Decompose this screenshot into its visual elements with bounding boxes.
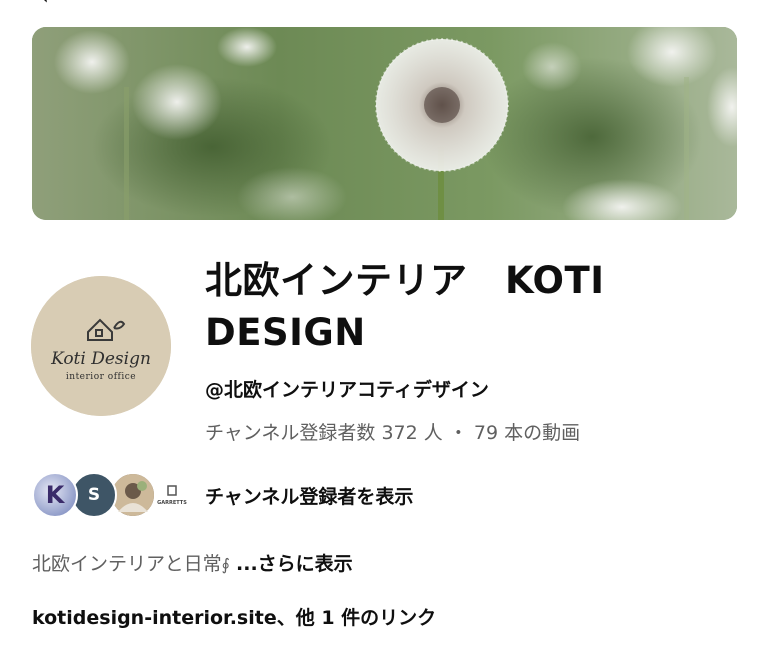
subscriber-avatar: K (32, 472, 78, 518)
back-arrow-icon[interactable]: ‹ (40, 0, 49, 8)
garretts-logo: GARRETTS (151, 474, 193, 516)
show-subscribers-link[interactable]: チャンネル登録者を表示 (205, 482, 413, 509)
subscribers-row[interactable]: K S GARRETTS チャンネル登録者を表示 (32, 472, 532, 520)
top-bar-edge: ‹ ˙ (0, 0, 768, 8)
channel-links[interactable]: kotidesign-interior.site、他 1 件のリンク (32, 603, 436, 630)
channel-avatar[interactable]: Koti Design interior office (31, 276, 171, 416)
svg-text:interior office: interior office (66, 372, 136, 382)
channel-title-line2: DESIGN (205, 311, 366, 354)
channel-banner (32, 27, 737, 220)
svg-text:Koti Design: Koti Design (50, 349, 151, 369)
channel-description[interactable]: 北欧インテリアと日常∮ ...さらに表示 (32, 549, 353, 576)
link-suffix: 、他 1 件のリンク (276, 607, 437, 629)
overflow-icon[interactable]: ˙ (720, 0, 731, 8)
dandelion-banner (32, 27, 737, 220)
koti-design-logo: Koti Design interior office (31, 276, 171, 416)
svg-text:GARRETTS: GARRETTS (157, 500, 187, 506)
channel-title: 北欧インテリア KOTI DESIGN (205, 255, 745, 359)
link-domain[interactable]: kotidesign-interior.site (32, 607, 277, 629)
channel-handle: @北欧インテリアコティデザイン (205, 379, 489, 401)
integral-icon: ∮ (221, 555, 230, 574)
subscriber-photo (112, 474, 154, 516)
show-more-link[interactable]: ...さらに表示 (236, 553, 353, 575)
description-text: 北欧インテリアと日常 (32, 553, 222, 575)
channel-stats: チャンネル登録者数 372 人 ・ 79 本の動画 (205, 422, 581, 444)
channel-title-line1: 北欧インテリア KOTI (205, 259, 605, 302)
